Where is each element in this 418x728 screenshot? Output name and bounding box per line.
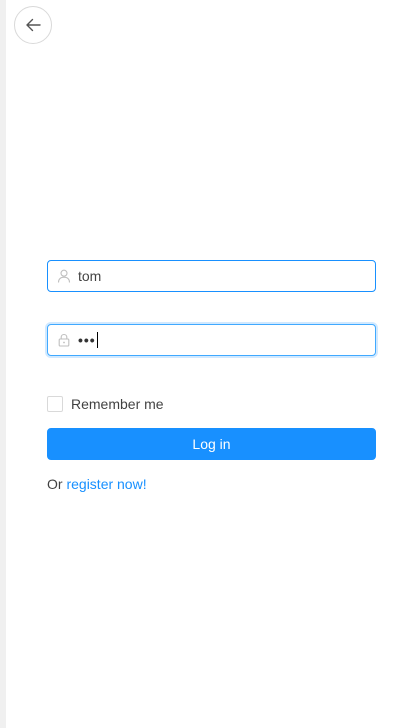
password-field[interactable]: ••• xyxy=(47,324,376,356)
register-prefix: Or xyxy=(47,476,63,492)
lock-icon xyxy=(48,325,78,355)
arrow-left-icon xyxy=(24,16,42,34)
text-caret xyxy=(96,332,98,348)
page: ••• Remember me Log in Or register now! xyxy=(6,0,418,728)
login-button[interactable]: Log in xyxy=(47,428,376,460)
username-input[interactable] xyxy=(78,262,375,290)
remember-me-label: Remember me xyxy=(71,396,164,412)
username-field[interactable] xyxy=(47,260,376,292)
login-form: ••• Remember me Log in Or register now! xyxy=(47,260,376,492)
register-line: Or register now! xyxy=(47,476,147,492)
password-input[interactable]: ••• xyxy=(78,326,375,354)
back-button[interactable] xyxy=(14,6,52,44)
checkbox-box[interactable] xyxy=(47,396,63,412)
password-value: ••• xyxy=(78,332,96,348)
user-icon xyxy=(48,261,78,291)
register-link[interactable]: register now! xyxy=(66,476,146,492)
remember-me-checkbox[interactable]: Remember me xyxy=(47,396,164,412)
